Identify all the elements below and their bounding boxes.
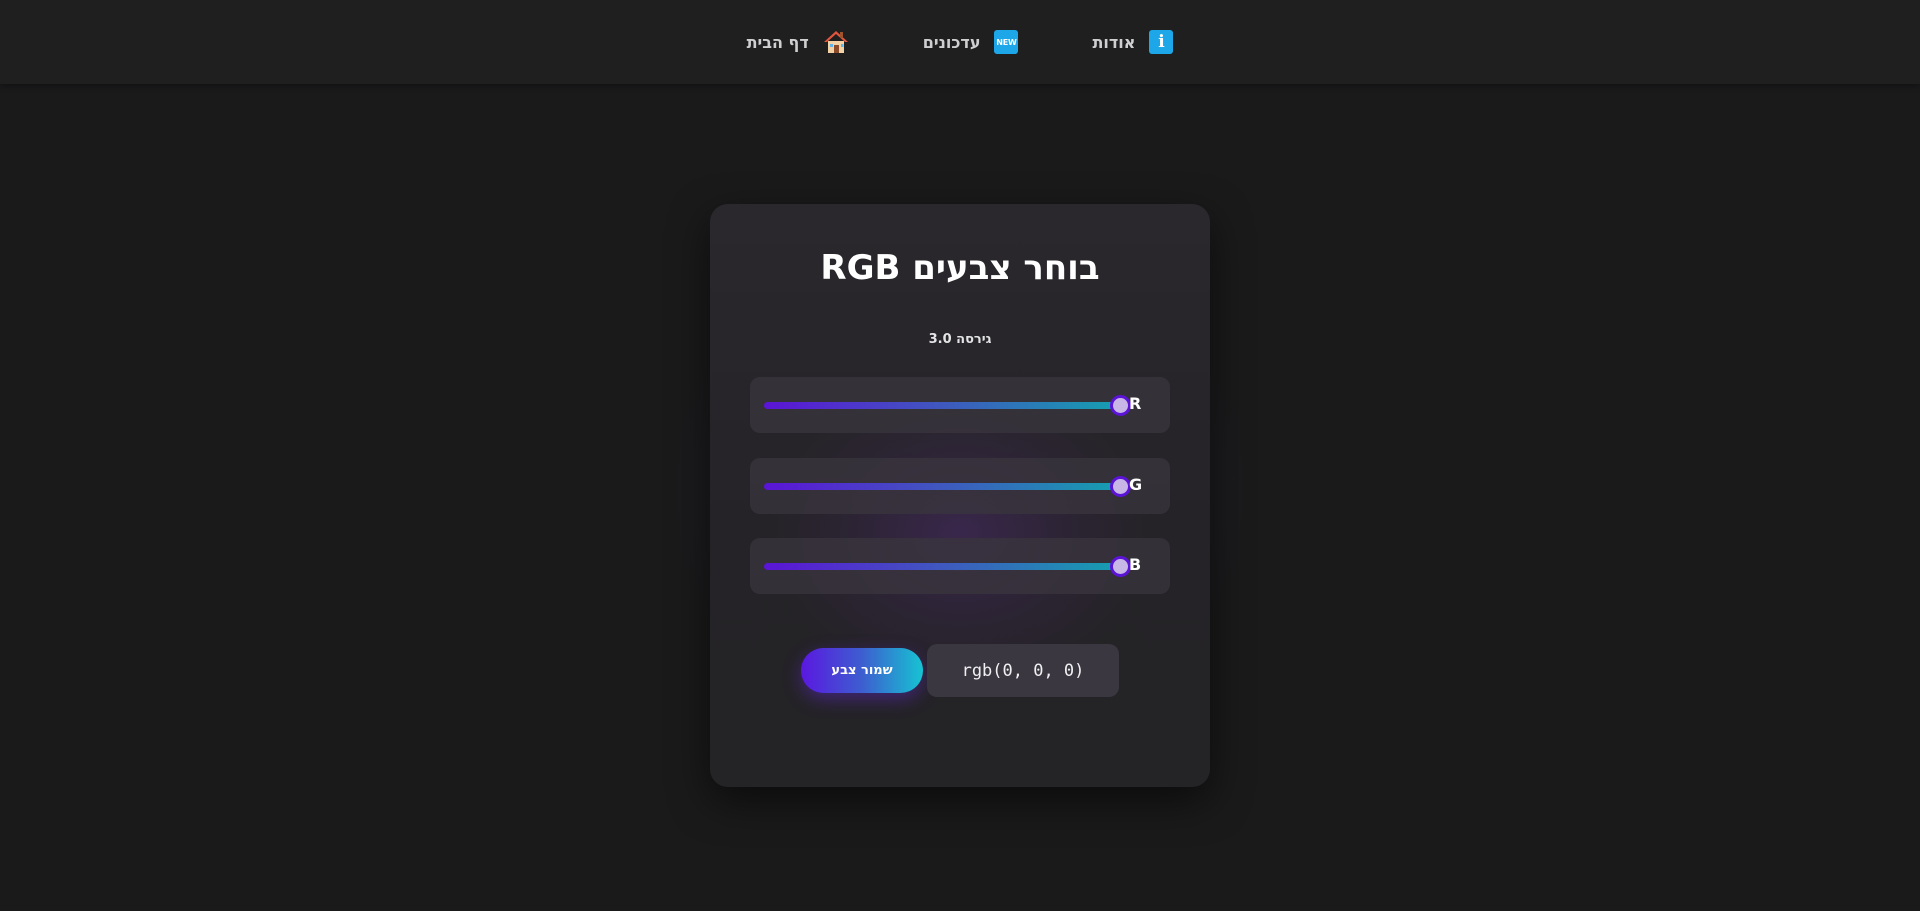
green-slider[interactable] [764, 476, 1131, 497]
slider-row-blue: B [750, 538, 1170, 594]
blue-slider[interactable] [764, 556, 1131, 577]
nav-label-updates: עדכונים [922, 32, 981, 52]
green-slider-thumb[interactable] [1110, 476, 1131, 497]
nav-item-home[interactable]: דף הבית [747, 29, 849, 55]
nav-label-home: דף הבית [746, 32, 809, 52]
red-slider-label: R [1129, 394, 1142, 413]
info-icon: i [1149, 30, 1174, 54]
save-color-button[interactable]: שמור צבע [801, 648, 923, 693]
slider-row-red: R [750, 377, 1170, 433]
rgb-value-display: rgb(0, 0, 0) [927, 644, 1119, 697]
new-badge-icon: NEW [994, 30, 1019, 54]
top-navbar: דף הבית NEW עדכונים i אודות [0, 0, 1920, 84]
nav-item-about[interactable]: i אודות [1092, 30, 1174, 54]
red-slider-thumb[interactable] [1110, 395, 1131, 416]
slider-row-green: G [750, 458, 1170, 514]
version-label: גירסה 3.0 [928, 332, 992, 347]
blue-slider-label: B [1129, 555, 1142, 574]
page-title: בוחר צבעים RGB [820, 248, 1100, 288]
red-slider[interactable] [764, 395, 1131, 416]
green-slider-label: G [1129, 475, 1143, 494]
color-picker-card: בוחר צבעים RGB גירסה 3.0 R G B שמור צבע … [710, 204, 1210, 787]
blue-slider-thumb[interactable] [1110, 556, 1131, 577]
nav-item-updates[interactable]: NEW עדכונים [923, 30, 1019, 54]
home-icon [823, 29, 849, 55]
nav-label-about: אודות [1092, 32, 1136, 52]
